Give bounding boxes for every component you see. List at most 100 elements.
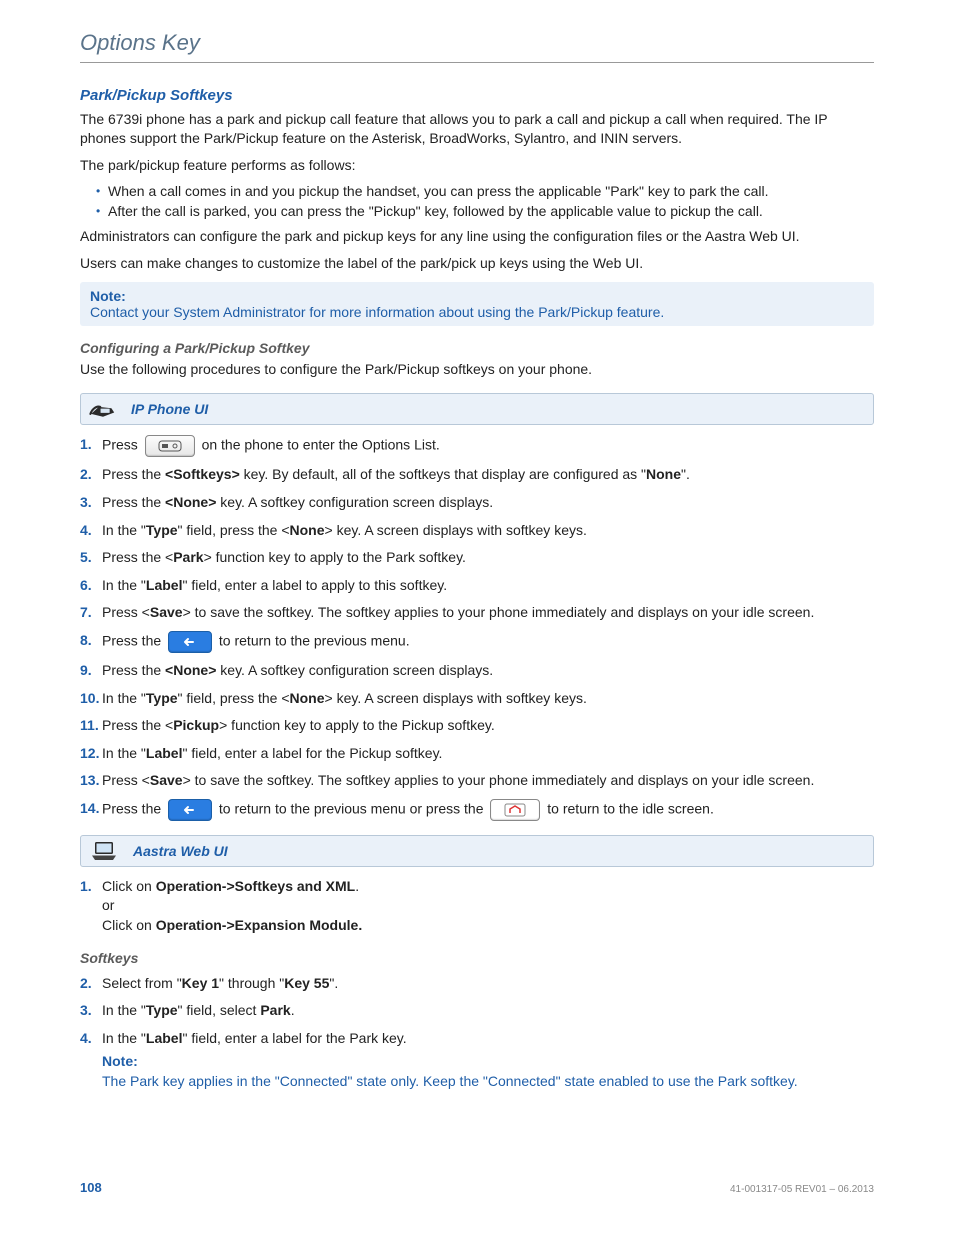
step-text: > to save the softkey. The softkey appli…: [183, 604, 815, 620]
step-bold: Operation->Expansion Module.: [156, 917, 363, 933]
step-bold: Park: [260, 1002, 290, 1018]
ip-phone-ui-bar: IP Phone UI: [80, 393, 874, 425]
step: In the "Type" field, select Park.: [80, 1001, 874, 1021]
para: Users can make changes to customize the …: [80, 254, 874, 273]
bar-title: IP Phone UI: [131, 401, 208, 417]
back-arrow-key-icon: [168, 799, 212, 821]
note-body: Contact your System Administrator for mo…: [90, 304, 864, 320]
step: Press <Save> to save the softkey. The so…: [80, 603, 874, 623]
para: The park/pickup feature performs as foll…: [80, 156, 874, 175]
step-text: Click on: [102, 917, 156, 933]
step-text: In the ": [102, 745, 146, 761]
step: Press the <None> key. A softkey configur…: [80, 661, 874, 681]
step-text: Press: [102, 437, 142, 453]
step-text: to return to the idle screen.: [547, 801, 714, 817]
step-text: Press <: [102, 772, 150, 788]
page-number: 108: [80, 1180, 102, 1195]
step-text: > key. A screen displays with softkey ke…: [325, 690, 587, 706]
web-ui-steps-cont: Select from "Key 1" through "Key 55". In…: [80, 974, 874, 1092]
step: Press <Save> to save the softkey. The so…: [80, 771, 874, 791]
step-text: key. By default, all of the softkeys tha…: [240, 466, 646, 482]
step-text: In the ": [102, 690, 146, 706]
step-text: " field, enter a label for the Park key.: [182, 1030, 406, 1046]
step-bold: Type: [146, 1002, 178, 1018]
step-text: on the phone to enter the Options List.: [202, 437, 440, 453]
step: In the "Type" field, press the <None> ke…: [80, 689, 874, 709]
step: In the "Label" field, enter a label for …: [80, 744, 874, 764]
step-text: > key. A screen displays with softkey ke…: [325, 522, 587, 538]
inline-note-body: The Park key applies in the "Connected" …: [102, 1072, 874, 1092]
step-text: Press the <: [102, 717, 173, 733]
step-bold: <Softkeys>: [165, 466, 240, 482]
step-text: Press the: [102, 466, 165, 482]
step-text: Press the: [102, 494, 165, 510]
step-text: " field, select: [178, 1002, 261, 1018]
para: The 6739i phone has a park and pickup ca…: [80, 110, 874, 148]
step-text: Select from ": [102, 975, 182, 991]
step-bold: Key 1: [182, 975, 219, 991]
page-footer: 108 41-001317-05 REV01 – 06.2013: [80, 1180, 874, 1195]
step: Press the to return to the previous menu…: [80, 799, 874, 821]
step-text: > function key to apply to the Park soft…: [204, 549, 466, 565]
step-bold: Label: [146, 1030, 183, 1046]
step-text: > to save the softkey. The softkey appli…: [183, 772, 815, 788]
inline-note-label: Note:: [102, 1052, 874, 1072]
step-text: " field, press the <: [178, 522, 290, 538]
step: Press the to return to the previous menu…: [80, 631, 874, 653]
step-text: .: [291, 1002, 295, 1018]
step: Click on Operation->Softkeys and XML. or…: [80, 877, 874, 936]
step-bold: Save: [150, 604, 183, 620]
step-bold: Type: [146, 522, 178, 538]
softkeys-heading: Softkeys: [80, 950, 874, 966]
step-text: " field, enter a label for the Pickup so…: [182, 745, 442, 761]
step: In the "Label" field, enter a label for …: [80, 1029, 874, 1092]
step-text: .: [355, 878, 359, 894]
para: Use the following procedures to configur…: [80, 360, 874, 379]
page: Options Key Park/Pickup Softkeys The 673…: [0, 0, 954, 1235]
web-ui-steps: Click on Operation->Softkeys and XML. or…: [80, 877, 874, 936]
step-bold: Type: [146, 690, 178, 706]
page-title: Options Key: [80, 30, 874, 63]
note-box: Note: Contact your System Administrator …: [80, 282, 874, 326]
doc-id: 41-001317-05 REV01 – 06.2013: [730, 1184, 874, 1195]
step-bold: Key 55: [284, 975, 329, 991]
step-text: Press the: [102, 801, 165, 817]
bullet-item: When a call comes in and you pickup the …: [96, 183, 874, 199]
step: Press the <Park> function key to apply t…: [80, 548, 874, 568]
step: Press on the phone to enter the Options …: [80, 435, 874, 457]
bar-title: Aastra Web UI: [133, 843, 228, 859]
step-text: Press <: [102, 604, 150, 620]
options-key-icon: [145, 435, 195, 457]
bullet-list: When a call comes in and you pickup the …: [80, 183, 874, 219]
para: Administrators can configure the park an…: [80, 227, 874, 246]
step: Press the <Pickup> function key to apply…: [80, 716, 874, 736]
step-bold: Pickup: [173, 717, 219, 733]
back-arrow-key-icon: [168, 631, 212, 653]
step-bold: Operation->Softkeys and XML: [156, 878, 356, 894]
step-text: " field, enter a label to apply to this …: [182, 577, 447, 593]
step-text: In the ": [102, 1002, 146, 1018]
step-text: " through ": [219, 975, 284, 991]
step-text: > function key to apply to the Pickup so…: [219, 717, 495, 733]
step-text: In the ": [102, 1030, 146, 1046]
step-text: to return to the previous menu or press …: [219, 801, 487, 817]
ip-phone-steps: Press on the phone to enter the Options …: [80, 435, 874, 821]
step-text: or: [102, 897, 114, 913]
step-text: Press the <: [102, 549, 173, 565]
laptop-icon: [89, 840, 119, 862]
step-text: ".: [681, 466, 690, 482]
step: In the "Label" field, enter a label to a…: [80, 576, 874, 596]
step-text: ".: [329, 975, 338, 991]
step: Select from "Key 1" through "Key 55".: [80, 974, 874, 994]
step: In the "Type" field, press the <None> ke…: [80, 521, 874, 541]
section-heading: Park/Pickup Softkeys: [80, 87, 874, 104]
step-text: Click on: [102, 878, 156, 894]
step-text: Press the: [102, 662, 165, 678]
step-bold: <None>: [165, 494, 216, 510]
step-text: In the ": [102, 522, 146, 538]
step-text: In the ": [102, 577, 146, 593]
step-text: Press the: [102, 633, 165, 649]
step-bold: Park: [173, 549, 203, 565]
step-text: key. A softkey configuration screen disp…: [216, 494, 493, 510]
note-label: Note:: [90, 288, 864, 304]
